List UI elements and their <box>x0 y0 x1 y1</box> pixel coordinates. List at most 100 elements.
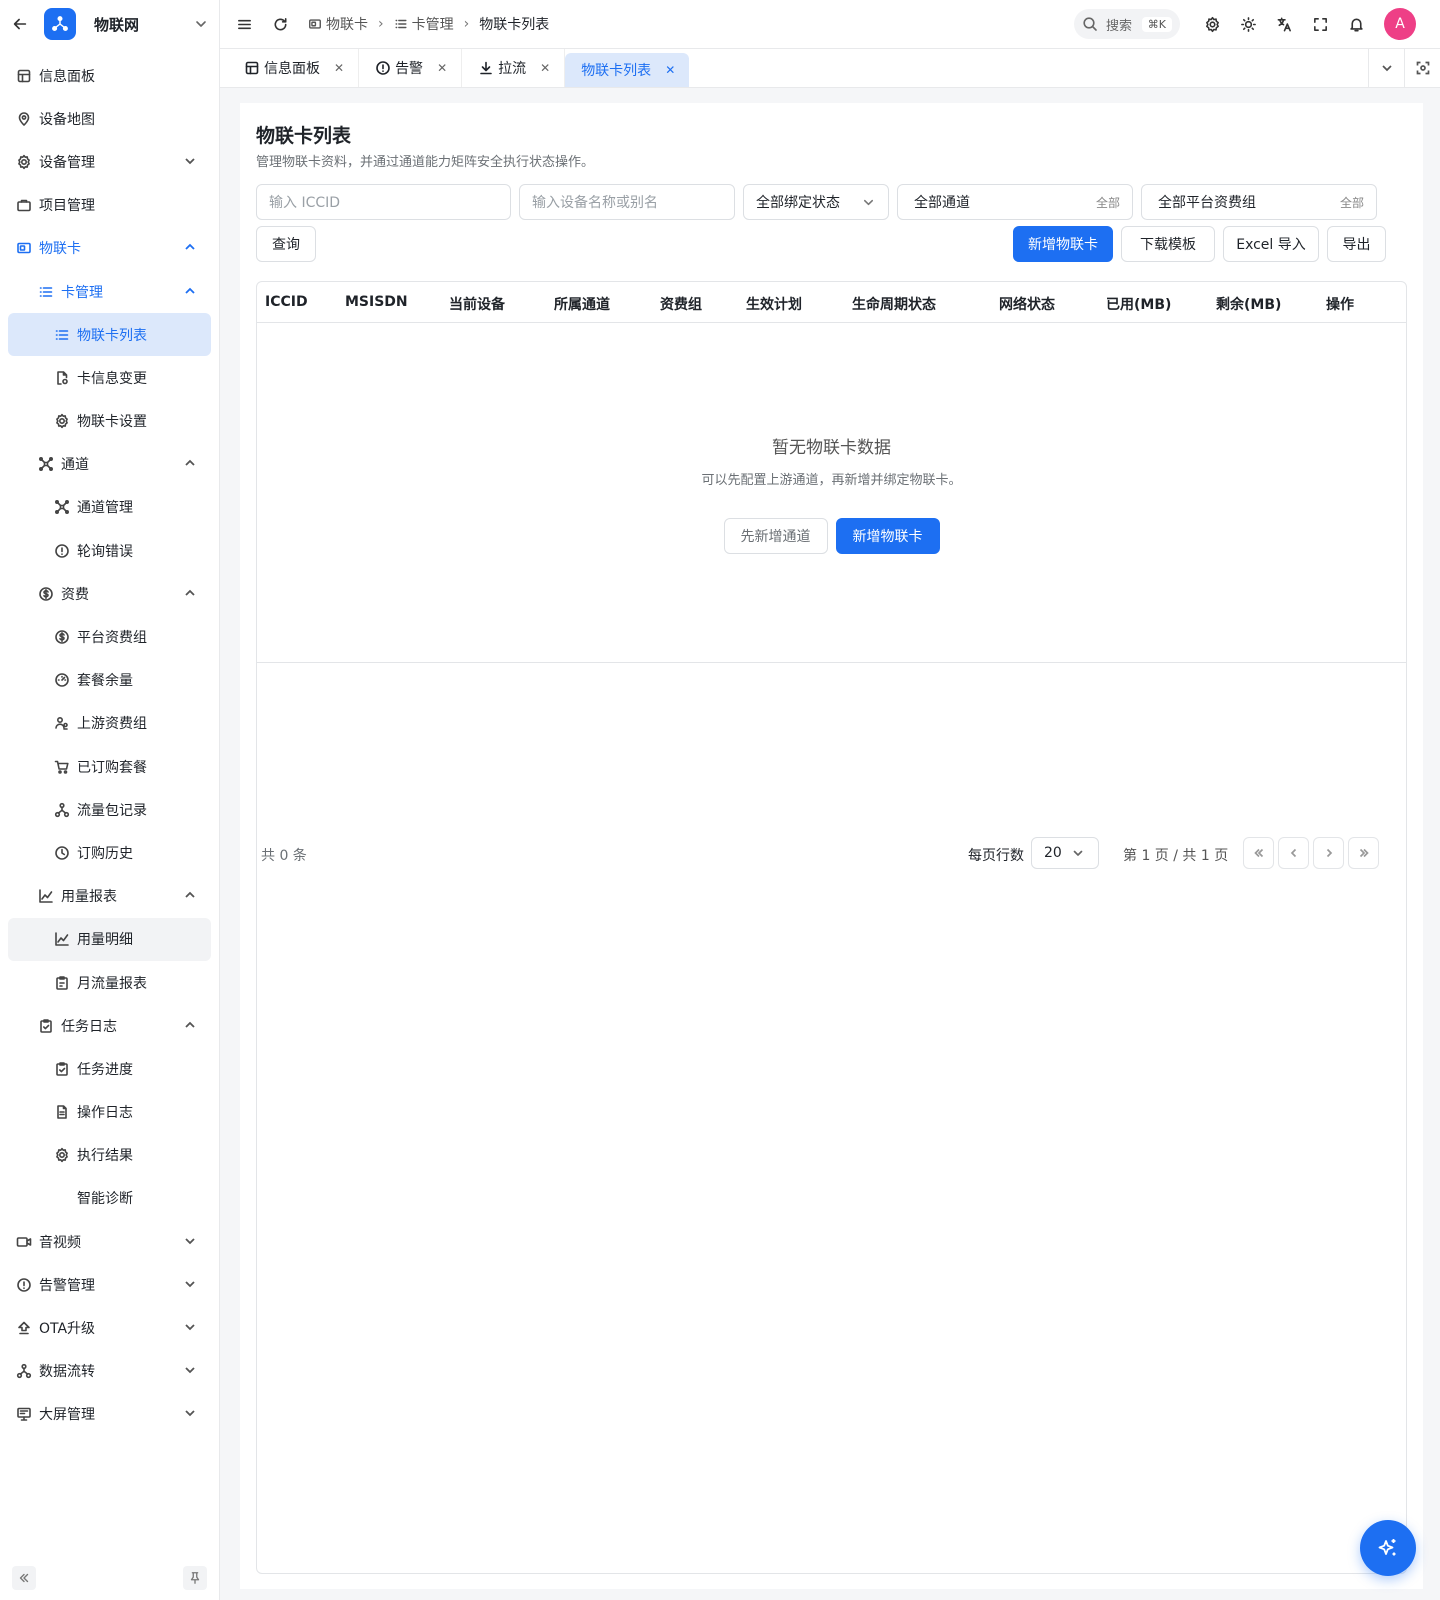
column-header: 生命周期状态 <box>852 297 936 313</box>
nodes-icon <box>16 1363 32 1379</box>
sidebar-item-upstream-tariff[interactable]: 上游资费组 <box>8 702 211 745</box>
column-header: 剩余(MB) <box>1216 297 1282 313</box>
tab-2[interactable]: 拉流 ✕ <box>462 49 566 87</box>
sidebar-item-project-mgmt[interactable]: 项目管理 <box>8 184 211 227</box>
sidebar-item-task-progress[interactable]: 任务进度 <box>8 1047 211 1090</box>
last-page-icon[interactable] <box>1348 837 1379 869</box>
refresh-icon[interactable] <box>270 14 290 34</box>
notification-bell-icon[interactable] <box>1346 14 1366 34</box>
sidebar-item-task-log[interactable]: 任务日志 <box>8 1004 211 1047</box>
fullscreen-icon[interactable] <box>1310 14 1330 34</box>
excel-import-button[interactable]: Excel 导入 <box>1223 226 1319 262</box>
sidebar-item-exec-result[interactable]: 执行结果 <box>8 1134 211 1177</box>
user-avatar[interactable]: A <box>1384 8 1416 40</box>
close-icon[interactable]: ✕ <box>437 61 447 75</box>
sidebar-item-subscribed-plans[interactable]: 已订购套餐 <box>8 745 211 788</box>
iccid-input[interactable]: 输入 ICCID <box>256 184 511 220</box>
empty-add-card-button[interactable]: 新增物联卡 <box>835 518 940 554</box>
sidebar-item-av[interactable]: 音视频 <box>8 1220 211 1263</box>
chevron-down-icon <box>183 1406 199 1422</box>
theme-sun-icon[interactable] <box>1238 14 1258 34</box>
sidebar-item-traffic-records[interactable]: 流量包记录 <box>8 788 211 831</box>
sidebar-item-label: 操作日志 <box>77 1105 133 1122</box>
sidebar-item-usage-report[interactable]: 用量报表 <box>8 875 211 918</box>
sidebar-item-label: 物联卡列表 <box>77 327 147 344</box>
binding-status-select[interactable]: 全部绑定状态 <box>743 184 889 220</box>
sidebar-item-card-list[interactable]: 物联卡列表 <box>8 313 211 357</box>
sidebar-item-ota[interactable]: OTA升级 <box>8 1306 211 1349</box>
sidebar-item-big-screen[interactable]: 大屏管理 <box>8 1393 211 1436</box>
sidebar-item-iot-card[interactable]: 物联卡 <box>8 227 211 270</box>
next-page-icon[interactable] <box>1313 837 1344 869</box>
alert-circle-icon <box>375 60 391 76</box>
tab-3[interactable]: 物联卡列表 ✕ <box>565 53 690 87</box>
sidebar-item-poll-errors[interactable]: 轮询错误 <box>8 529 211 572</box>
sidebar-item-usage-detail[interactable]: 用量明细 <box>8 917 211 961</box>
ai-assistant-sparkle-icon[interactable] <box>1360 1520 1416 1576</box>
collapse-sidebar-icon[interactable] <box>12 1566 36 1590</box>
sidebar-item-order-history[interactable]: 订购历史 <box>8 831 211 874</box>
sidebar-item-device-mgmt[interactable]: 设备管理 <box>8 140 211 183</box>
empty-state-description: 可以先配置上游通道，再新增并绑定物联卡。 <box>701 473 962 488</box>
sidebar-item-platform-tariff[interactable]: 平台资费组 <box>8 615 211 658</box>
sidebar-item-label: 用量明细 <box>77 932 133 949</box>
column-header: ICCID <box>265 294 308 310</box>
briefcase-icon <box>16 197 32 213</box>
tab-1[interactable]: 告警 ✕ <box>359 49 463 87</box>
pin-icon[interactable] <box>183 1566 207 1590</box>
download-template-button[interactable]: 下载模板 <box>1121 226 1215 262</box>
menu-icon[interactable] <box>234 14 254 34</box>
first-page-icon[interactable] <box>1243 837 1274 869</box>
add-card-button[interactable]: 新增物联卡 <box>1013 226 1113 262</box>
sidebar-item-card-settings[interactable]: 物联卡设置 <box>8 400 211 443</box>
sidebar-item-monthly-report[interactable]: 月流量报表 <box>8 961 211 1004</box>
sidebar-item-channel[interactable]: 通道 <box>8 443 211 486</box>
chevron-down-icon[interactable] <box>193 16 209 32</box>
device-name-input[interactable]: 输入设备名称或别名 <box>519 184 735 220</box>
close-icon[interactable]: ✕ <box>540 61 550 75</box>
close-icon[interactable]: ✕ <box>334 61 344 75</box>
sidebar-item-label: 任务日志 <box>61 1018 117 1035</box>
sidebar-item-label: 卡信息变更 <box>77 370 147 387</box>
channel-select[interactable]: 全部通道 全部 <box>897 184 1133 220</box>
chevron-down-icon <box>183 1363 199 1379</box>
breadcrumb-item[interactable]: 卡管理 <box>394 14 454 34</box>
search-icon <box>1082 16 1098 32</box>
screenshot-scan-icon[interactable] <box>1404 49 1440 87</box>
tab-0[interactable]: 信息面板 ✕ <box>228 49 360 87</box>
sidebar-item-smart-diagnosis[interactable]: 智能诊断 <box>8 1177 211 1220</box>
sidebar-item-dashboard[interactable]: 信息面板 <box>8 54 211 97</box>
prev-page-icon[interactable] <box>1278 837 1309 869</box>
app-logo-icon <box>44 8 76 40</box>
sidebar-item-operation-log[interactable]: 操作日志 <box>8 1091 211 1134</box>
search-box[interactable]: 搜索 ⌘K <box>1074 9 1180 39</box>
export-button[interactable]: 导出 <box>1327 226 1386 262</box>
breadcrumb-item[interactable]: 物联卡列表 <box>479 14 549 34</box>
query-button[interactable]: 查询 <box>256 226 316 262</box>
page-size-select[interactable]: 20 <box>1031 837 1099 869</box>
sidebar-item-data-flow[interactable]: 数据流转 <box>8 1350 211 1393</box>
breadcrumb-item[interactable]: 物联卡 <box>308 14 368 34</box>
settings-gear-icon[interactable] <box>1202 14 1222 34</box>
sidebar-item-card-change[interactable]: 卡信息变更 <box>8 356 211 399</box>
close-icon[interactable]: ✕ <box>665 63 675 77</box>
tariff-group-select[interactable]: 全部平台资费组 全部 <box>1141 184 1377 220</box>
sidebar-item-plan-balance[interactable]: 套餐余量 <box>8 659 211 702</box>
sidebar-item-card-mgmt[interactable]: 卡管理 <box>8 270 211 313</box>
sidebar-item-label: 告警管理 <box>39 1277 95 1294</box>
table-header: ICCID MSISDN 当前设备 所属通道 资费组 生效计划 生命周期状态 网络状态 已用(M… <box>257 282 1406 323</box>
add-channel-button[interactable]: 先新增通道 <box>723 518 828 554</box>
sidebar-item-device-map[interactable]: 设备地图 <box>8 97 211 140</box>
column-header: 操作 <box>1326 297 1354 313</box>
sidebar-item-tariff[interactable]: 资费 <box>8 572 211 615</box>
sidebar-item-alarm-mgmt[interactable]: 告警管理 <box>8 1263 211 1306</box>
tabs-dropdown-icon[interactable] <box>1368 49 1404 87</box>
translate-icon[interactable] <box>1274 14 1294 34</box>
sidebar-item-label: 卡管理 <box>61 284 103 301</box>
alert-circle-icon <box>54 543 70 559</box>
back-arrow-icon[interactable] <box>10 14 30 34</box>
cart-icon <box>54 759 70 775</box>
chevron-up-icon <box>183 1018 199 1034</box>
sidebar-item-channel-mgmt[interactable]: 通道管理 <box>8 486 211 529</box>
tab-label: 拉流 <box>498 61 527 77</box>
